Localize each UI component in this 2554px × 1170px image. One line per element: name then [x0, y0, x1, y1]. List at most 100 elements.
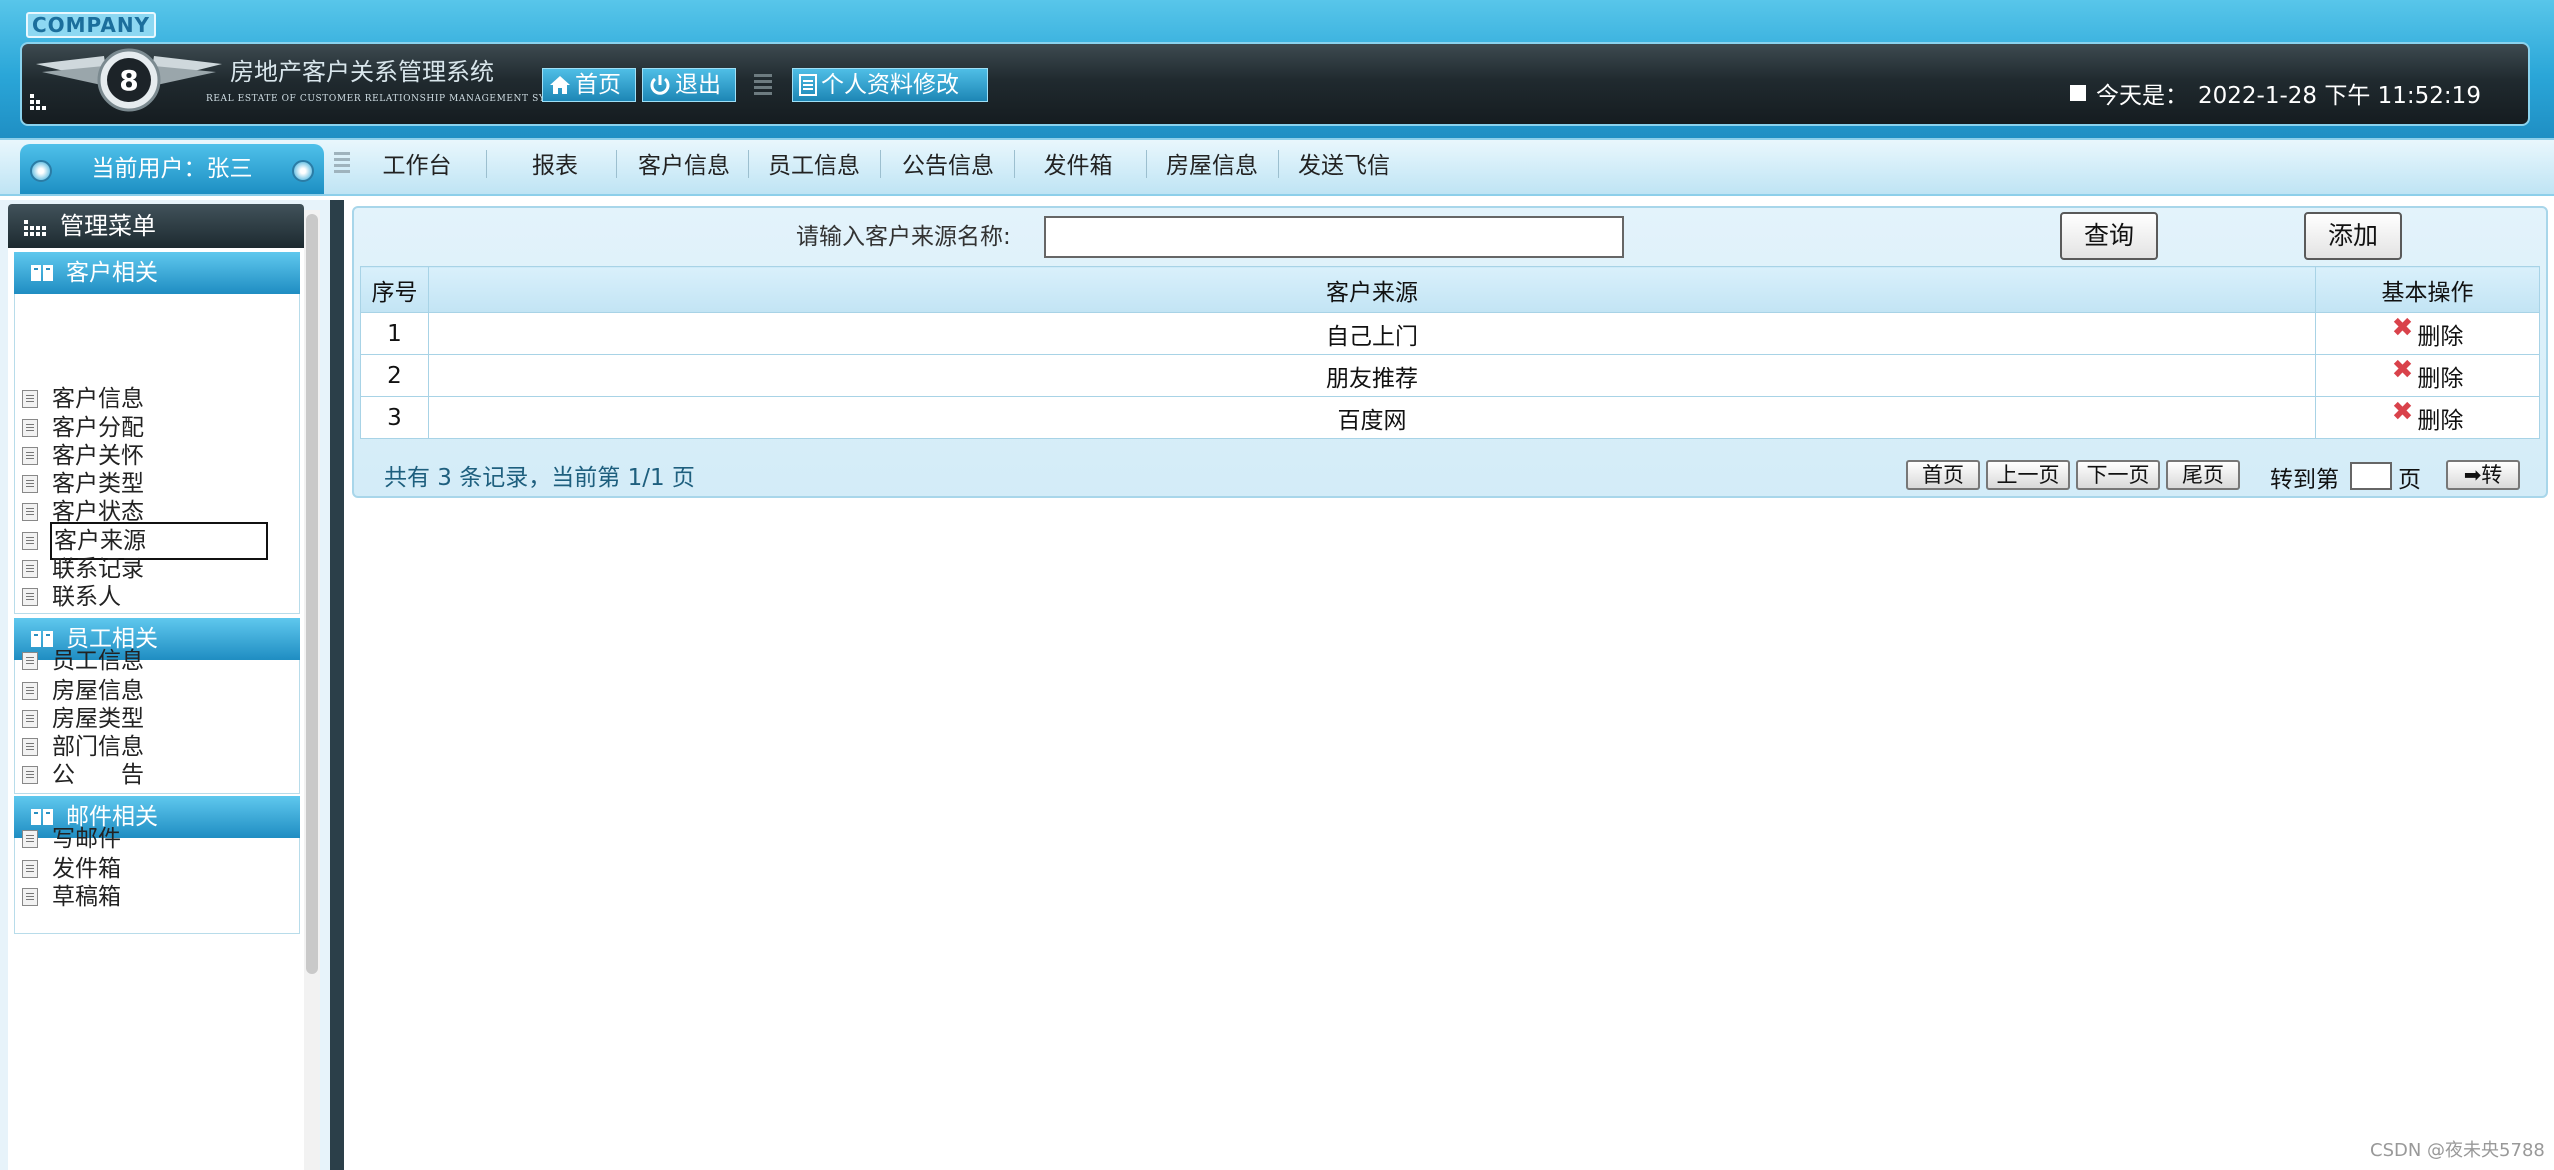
- date-value: 2022-1-28 下午 11:52:19: [2198, 83, 2481, 109]
- table-row: 1 自己上门 ✖ 删除: [360, 312, 2540, 355]
- document-icon: [22, 447, 38, 465]
- query-button[interactable]: 查询: [2060, 212, 2158, 260]
- page-suffix: 页: [2398, 467, 2421, 493]
- table-header-row: 序号 客户来源 基本操作: [360, 266, 2540, 313]
- row-actions: ✖ 删除: [2315, 396, 2540, 439]
- knob-right-icon: [292, 160, 314, 182]
- document-icon: [799, 74, 817, 96]
- corner-dots-icon: [30, 94, 46, 110]
- row-actions: ✖ 删除: [2315, 312, 2540, 355]
- logout-button[interactable]: 退出: [642, 68, 736, 102]
- delete-link[interactable]: ✖ 删除: [2391, 312, 2464, 351]
- current-user-label: 当前用户：张三: [91, 156, 253, 182]
- nav-separator: [1014, 150, 1015, 178]
- delete-label: 删除: [2417, 407, 2464, 434]
- menu-grid-icon: [24, 220, 46, 236]
- watermark: CSDN @夜未央5788: [2370, 1140, 2545, 1161]
- document-icon: [22, 560, 38, 578]
- nav-separator: [1278, 150, 1279, 178]
- menu-item-label: 公 告: [52, 762, 144, 788]
- document-icon: [22, 419, 38, 437]
- menu-title-label: 管理菜单: [60, 212, 156, 240]
- row-index: 3: [360, 396, 429, 439]
- nav-workbench[interactable]: 工作台: [362, 146, 472, 186]
- square-bullet-icon: [2070, 85, 2086, 101]
- top-header: COMPANY 8 房地产客户关系管理系统 REAL ESTATE OF CUS…: [0, 0, 2554, 138]
- row-actions: ✖ 删除: [2315, 354, 2540, 397]
- delete-label: 删除: [2417, 323, 2464, 350]
- next-page-button[interactable]: 下一页: [2076, 460, 2160, 490]
- goto-label: 转到第: [2270, 467, 2339, 493]
- nav-separator: [748, 150, 749, 178]
- table-row: 3 百度网 ✖ 删除: [360, 396, 2540, 439]
- power-icon: [650, 75, 670, 95]
- nav-announcements[interactable]: 公告信息: [888, 146, 1008, 186]
- nav-separator: [616, 150, 617, 178]
- current-user-tab: 当前用户：张三: [20, 144, 324, 194]
- menu-item-label: 草稿箱: [52, 884, 121, 910]
- last-page-button[interactable]: 尾页: [2166, 460, 2240, 490]
- nav-separator: [1146, 150, 1147, 178]
- nav-outbox[interactable]: 发件箱: [1022, 146, 1134, 186]
- row-index: 2: [360, 354, 429, 397]
- go-button[interactable]: ➡转: [2446, 460, 2520, 490]
- document-icon: [22, 860, 38, 878]
- column-header-source: 客户来源: [428, 266, 2316, 313]
- prev-page-button[interactable]: 上一页: [1986, 460, 2070, 490]
- delete-link[interactable]: ✖ 删除: [2392, 399, 2464, 435]
- home-icon: [550, 76, 570, 94]
- separator-grip-icon: [754, 74, 772, 95]
- goto-page-input[interactable]: [2350, 462, 2392, 490]
- winged-logo-icon: 8: [36, 48, 222, 112]
- svg-text:8: 8: [119, 64, 138, 97]
- customer-source-table: 序号 客户来源 基本操作 1 自己上门 ✖ 删除 2 朋友推荐 ✖ 删除 3 百度网…: [360, 266, 2540, 439]
- system-title: 房地产客户关系管理系统: [230, 58, 494, 86]
- group-header-customers[interactable]: 客户相关: [14, 252, 300, 294]
- row-index: 1: [360, 312, 429, 355]
- nav-send-fetion[interactable]: 发送飞信: [1286, 146, 1402, 186]
- home-label: 首页: [575, 72, 621, 98]
- sidebar-splitter[interactable]: [330, 200, 344, 1170]
- sidebar-scroll-thumb[interactable]: [306, 214, 318, 974]
- document-icon: [22, 588, 38, 606]
- column-header-index: 序号: [360, 266, 429, 313]
- menu-item-drafts[interactable]: 草稿箱: [22, 878, 123, 916]
- book-icon: [31, 265, 53, 281]
- document-icon: [22, 830, 38, 848]
- menu-item-contacts[interactable]: 联系人: [22, 578, 123, 616]
- add-button[interactable]: 添加: [2304, 212, 2402, 260]
- delete-link[interactable]: ✖ 删除: [2392, 357, 2464, 393]
- document-icon: [22, 475, 38, 493]
- sidebar: 管理菜单 客户相关 客户信息 客户分配 客户关怀 客户类型 客户状态 客户来源 …: [0, 200, 330, 1170]
- document-icon: [22, 390, 38, 408]
- nav-employee-info[interactable]: 员工信息: [756, 146, 872, 186]
- menu-item-label: 联系人: [52, 584, 121, 610]
- document-icon: [22, 710, 38, 728]
- date-display: 今天是： 2022-1-28 下午 11:52:19: [2070, 76, 2481, 110]
- row-source: 百度网: [428, 396, 2316, 439]
- document-icon: [22, 738, 38, 756]
- home-button[interactable]: 首页: [542, 68, 636, 102]
- nav-reports[interactable]: 报表: [500, 146, 610, 186]
- source-name-input[interactable]: [1044, 216, 1624, 258]
- menu-item-announcement[interactable]: 公 告: [22, 756, 146, 794]
- nav-separator: [880, 150, 881, 178]
- row-source: 自己上门: [428, 312, 2316, 355]
- nav-customer-info[interactable]: 客户信息: [626, 146, 742, 186]
- document-icon: [22, 888, 38, 906]
- profile-edit-button[interactable]: 个人资料修改: [792, 68, 988, 102]
- record-summary: 共有 3 条记录，当前第 1/1 页: [384, 465, 695, 491]
- group-title: 客户相关: [66, 260, 158, 286]
- knob-left-icon: [30, 160, 52, 182]
- table-row: 2 朋友推荐 ✖ 删除: [360, 354, 2540, 397]
- profile-edit-label: 个人资料修改: [821, 72, 959, 98]
- document-icon: [22, 682, 38, 700]
- date-prefix: 今天是：: [2096, 83, 2188, 109]
- delete-x-icon: ✖: [2391, 312, 2414, 343]
- document-icon: [22, 652, 38, 670]
- document-icon: [22, 503, 38, 521]
- document-icon: [22, 766, 38, 784]
- nav-house-info[interactable]: 房屋信息: [1154, 146, 1270, 186]
- first-page-button[interactable]: 首页: [1906, 460, 1980, 490]
- logout-label: 退出: [675, 72, 721, 98]
